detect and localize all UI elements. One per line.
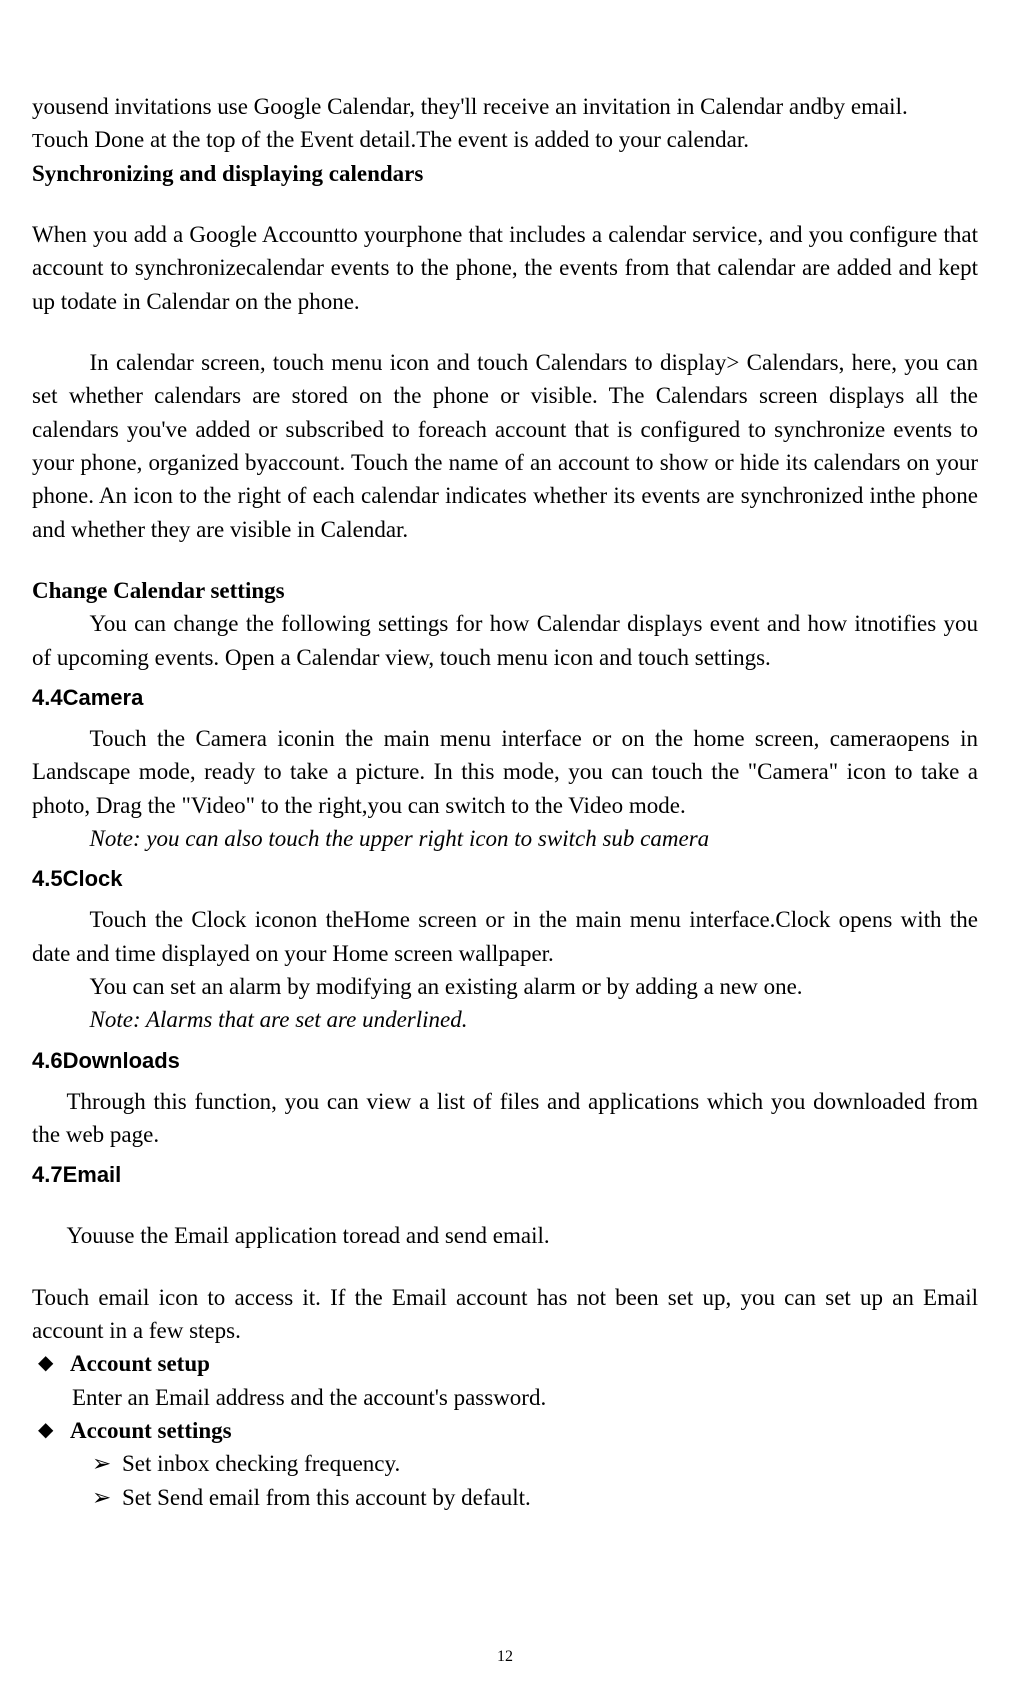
diamond-bullet-icon: ◆ [38, 1347, 70, 1380]
bullet-label: Account settings [70, 1414, 978, 1447]
sub-bullet-default: ➢ Set Send email from this account by de… [92, 1481, 978, 1514]
sub-bullet-inbox: ➢ Set inbox checking frequency. [92, 1447, 978, 1480]
heading-downloads: 4.6Downloads [32, 1045, 978, 1077]
paragraph-downloads: Through this function, you can view a li… [32, 1085, 978, 1152]
arrow-bullet-icon: ➢ [92, 1447, 122, 1480]
note-clock: Note: Alarms that are set are underlined… [32, 1003, 978, 1036]
paragraph-email-1: Youuse the Email application toread and … [32, 1219, 978, 1252]
spacer [32, 1151, 978, 1159]
text-span: ouch Done at the top of the Event detail… [44, 127, 749, 152]
heading-clock: 4.5Clock [32, 863, 978, 895]
spacer [32, 1253, 978, 1281]
bullet-label: Account setup [70, 1347, 978, 1380]
paragraph-clock-1: Touch the Clock iconon theHome screen or… [32, 903, 978, 970]
paragraph-camera: Touch the Camera iconin the main menu in… [32, 722, 978, 822]
paragraph-email-2: Touch email icon to access it. If the Em… [32, 1281, 978, 1348]
bullet-account-setup: ◆ Account setup [38, 1347, 978, 1380]
spacer [32, 714, 978, 722]
diamond-bullet-icon: ◆ [38, 1414, 70, 1447]
spacer [32, 1077, 978, 1085]
heading-email: 4.7Email [32, 1159, 978, 1191]
initial-letter: T [32, 131, 44, 152]
spacer [32, 674, 978, 682]
paragraph-account-setup-desc: Enter an Email address and the account's… [72, 1381, 978, 1414]
spacer [32, 1191, 978, 1219]
spacer [32, 318, 978, 346]
paragraph-sync-2: In calendar screen, touch menu icon and … [32, 346, 978, 546]
paragraph-change: You can change the following settings fo… [32, 607, 978, 674]
page-number: 12 [0, 1645, 1010, 1668]
heading-sync-calendars: Synchronizing and displaying calendars [32, 157, 978, 190]
sub-bullet-text: Set inbox checking frequency. [122, 1447, 978, 1480]
spacer [32, 190, 978, 218]
bullet-account-settings: ◆ Account settings [38, 1414, 978, 1447]
paragraph-sync-1: When you add a Google Accountto yourphon… [32, 218, 978, 318]
heading-camera: 4.4Camera [32, 682, 978, 714]
spacer [32, 546, 978, 574]
document-body: yousend invitations use Google Calendar,… [32, 90, 978, 1514]
arrow-bullet-icon: ➢ [92, 1481, 122, 1514]
paragraph-clock-2: You can set an alarm by modifying an exi… [32, 970, 978, 1003]
heading-change-settings: Change Calendar settings [32, 574, 978, 607]
note-camera: Note: you can also touch the upper right… [32, 822, 978, 855]
spacer [32, 1037, 978, 1045]
sub-bullet-text: Set Send email from this account by defa… [122, 1481, 978, 1514]
spacer [32, 855, 978, 863]
spacer [32, 895, 978, 903]
paragraph-touch-done: Touch Done at the top of the Event detai… [32, 123, 978, 156]
paragraph-invitations: yousend invitations use Google Calendar,… [32, 90, 978, 123]
